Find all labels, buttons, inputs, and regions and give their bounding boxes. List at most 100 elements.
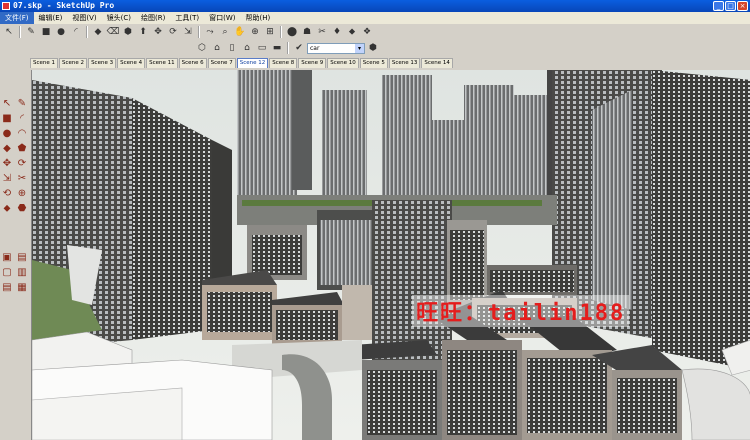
tool-icon[interactable]: ❖ [360, 26, 374, 39]
tool-icon[interactable]: ◠ [15, 126, 29, 140]
chevron-down-icon[interactable]: ▾ [355, 43, 364, 53]
menu-camera[interactable]: 镜头(C) [102, 12, 136, 24]
menu-draw[interactable]: 绘图(R) [136, 12, 170, 24]
scene-tab[interactable]: Scene 2 [59, 58, 88, 68]
tool-icon[interactable]: ✎ [15, 96, 29, 110]
toolbar-separator [198, 26, 200, 38]
scene-tab[interactable]: Scene 1 [30, 58, 59, 68]
main-toolbar: ↖ ✎ ■ ● ◜ ◆ ⌫ ⬢ ⬆ ✥ ⟳ ⇲ ⤳ ⌕ ✋ ⊕ ⊞ ⬤ ☗ ✂ ♦ ⬥ ❖ [2, 25, 374, 39]
tool-icon[interactable]: ● [54, 26, 68, 39]
tool-icon[interactable]: ⊕ [15, 186, 29, 200]
scene-tab[interactable]: Scene 10 [327, 58, 359, 68]
tool-icon[interactable]: ◆ [91, 26, 105, 39]
tool-icon[interactable]: ⇲ [0, 171, 14, 185]
tool-icon[interactable]: ↖ [0, 96, 14, 110]
scene-tab[interactable]: Scene 12 [236, 58, 269, 68]
tool-icon[interactable]: ▤ [15, 250, 29, 264]
menu-file[interactable]: 文件(F) [0, 12, 34, 24]
model-viewport[interactable]: 旺旺：tailin188 [31, 70, 750, 440]
menu-window[interactable]: 窗口(W) [204, 12, 240, 24]
tool-icon[interactable]: ⌫ [106, 26, 120, 39]
tool-icon[interactable]: ☗ [300, 26, 314, 39]
tool-icon[interactable]: ✂ [315, 26, 329, 39]
tool-row: ▤ ▦ [0, 280, 30, 294]
tool-icon[interactable]: ▤ [0, 280, 14, 294]
scene-tab[interactable]: Scene 4 [117, 58, 146, 68]
tool-icon[interactable]: ⇲ [181, 26, 195, 39]
view-icon[interactable]: ⌂ [240, 42, 254, 55]
tool-row: ▣ ▤ [0, 250, 30, 264]
tool-icon[interactable]: ⤳ [203, 26, 217, 39]
app-icon [2, 2, 10, 10]
tool-icon[interactable]: ⬣ [15, 201, 29, 215]
tool-icon[interactable]: ♦ [330, 26, 344, 39]
tool-icon[interactable]: ◜ [69, 26, 83, 39]
layer-check-icon[interactable]: ✔ [292, 42, 306, 55]
tool-icon[interactable]: ▥ [15, 265, 29, 279]
menu-view[interactable]: 视图(V) [67, 12, 101, 24]
scene-tab[interactable]: Scene 14 [421, 58, 453, 68]
scene-tab[interactable]: Scene 6 [178, 58, 207, 68]
tool-icon[interactable]: ✎ [24, 26, 38, 39]
tool-row: ◆ ⬟ [0, 141, 30, 155]
tool-icon[interactable]: ✥ [151, 26, 165, 39]
tool-icon[interactable]: ◆ [0, 141, 14, 155]
tool-icon[interactable]: ⊕ [248, 26, 262, 39]
scene-tab[interactable]: Scene 3 [88, 58, 117, 68]
tool-icon[interactable]: ⌕ [218, 26, 232, 39]
maximize-button[interactable]: □ [725, 1, 736, 11]
tool-icon[interactable]: ⬆ [136, 26, 150, 39]
tool-icon[interactable]: ⟳ [166, 26, 180, 39]
scene-tabs: Scene 1 Scene 2 Scene 3 Scene 4 Scene 11 Scen… [30, 58, 453, 68]
toolbar-separator [280, 26, 282, 38]
scene-tab[interactable]: Scene 5 [359, 58, 388, 68]
scene-tab[interactable]: Scene 9 [298, 58, 327, 68]
menu-help[interactable]: 帮助(H) [240, 12, 275, 24]
tool-icon[interactable]: ⊞ [263, 26, 277, 39]
close-button[interactable]: × [737, 1, 748, 11]
tool-icon[interactable]: ⟲ [0, 186, 14, 200]
menu-tools[interactable]: 工具(T) [170, 12, 204, 24]
title-bar: 07.skp - SketchUp Pro _ □ × [0, 0, 750, 12]
scene-tab[interactable]: Scene 8 [269, 58, 298, 68]
view-icon[interactable]: ▬ [270, 42, 284, 55]
tool-icon[interactable]: ▢ [0, 265, 14, 279]
tool-icon[interactable]: ⬤ [285, 26, 299, 39]
tool-icon[interactable]: ◜ [15, 111, 29, 125]
tool-icon[interactable]: ▦ [15, 280, 29, 294]
view-icon[interactable]: ⬡ [195, 42, 209, 55]
tool-row: ↖ ✎ [0, 96, 30, 110]
scene-tab[interactable]: Scene 11 [146, 58, 178, 68]
minimize-button[interactable]: _ [713, 1, 724, 11]
tool-row: ⟲ ⊕ [0, 186, 30, 200]
tool-icon[interactable]: ✥ [0, 156, 14, 170]
city-model-render [32, 70, 750, 440]
tool-icon[interactable]: ✂ [15, 171, 29, 185]
layer-manager-icon[interactable]: ⬢ [366, 42, 380, 55]
tool-icon[interactable]: ⬥ [0, 201, 14, 215]
menu-edit[interactable]: 编辑(E) [34, 12, 68, 24]
menu-bar: 文件(F) 编辑(E) 视图(V) 镜头(C) 绘图(R) 工具(T) 窗口(W… [0, 12, 750, 24]
tool-icon[interactable]: ⬥ [345, 26, 359, 39]
tool-icon[interactable]: ■ [39, 26, 53, 39]
toolbar-separator [86, 26, 88, 38]
tool-icon[interactable]: ■ [0, 111, 14, 125]
tool-icon[interactable]: ▣ [0, 250, 14, 264]
scene-tab[interactable]: Scene 13 [388, 58, 421, 68]
scene-tab[interactable]: Scene 7 [207, 58, 236, 68]
layer-select[interactable]: car ▾ [307, 42, 365, 54]
tool-icon[interactable]: ⬢ [121, 26, 135, 39]
layer-value: car [310, 44, 320, 52]
tool-icon[interactable]: ⬟ [15, 141, 29, 155]
toolbar-separator [19, 26, 21, 38]
view-icon[interactable]: ▭ [255, 42, 269, 55]
view-icon[interactable]: ▯ [225, 42, 239, 55]
toolbar-separator [287, 42, 289, 54]
view-icon[interactable]: ⌂ [210, 42, 224, 55]
watermark-text: 旺旺：tailin188 [412, 295, 630, 327]
tool-icon[interactable]: ● [0, 126, 14, 140]
tool-icon[interactable]: ✋ [233, 26, 247, 39]
tool-icon[interactable]: ↖ [2, 26, 16, 39]
tool-icon[interactable]: ⟳ [15, 156, 29, 170]
layers-toolbar: ⬡ ⌂ ▯ ⌂ ▭ ▬ ✔ car ▾ ⬢ [195, 41, 380, 55]
